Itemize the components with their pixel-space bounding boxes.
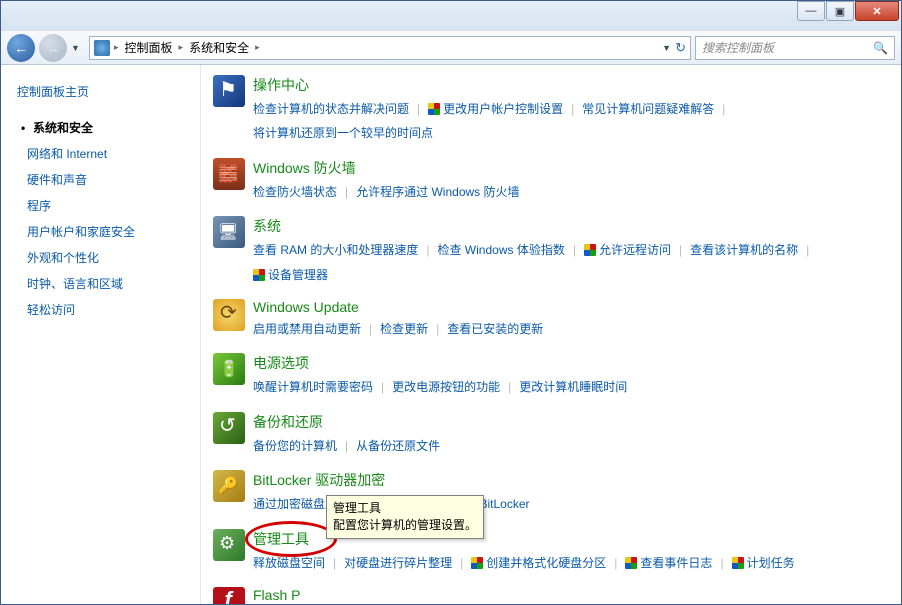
search-placeholder: 搜索控制面板 [702, 39, 774, 56]
sidebar-item-clock-lang[interactable]: 时钟、语言和区域 [17, 271, 190, 297]
category-system: 系统 查看 RAM 的大小和处理器速度| 检查 Windows 体验指数| 允许… [213, 216, 889, 285]
titlebar: — ▣ ✕ [1, 1, 901, 31]
firewall-icon [213, 158, 245, 190]
action-center-icon [213, 75, 245, 107]
link-troubleshoot[interactable]: 常见计算机问题疑难解答 [582, 99, 714, 119]
sidebar-item-hardware-sound[interactable]: 硬件和声音 [17, 167, 190, 193]
link-remote-access[interactable]: 允许远程访问 [584, 240, 671, 260]
admin-tools-icon [213, 529, 245, 561]
refresh-button[interactable]: ↻ [675, 40, 686, 56]
link-check-status[interactable]: 检查计算机的状态并解决问题 [253, 99, 409, 119]
link-restore-files[interactable]: 从备份还原文件 [356, 436, 440, 456]
tooltip-admin-tools: 管理工具 配置您计算机的管理设置。 [326, 495, 484, 539]
system-heading[interactable]: 系统 [253, 216, 889, 236]
category-admin-tools: 管理工具 释放磁盘空间| 对硬盘进行碎片整理| 创建并格式化硬盘分区| 查看事件… [213, 529, 889, 573]
shield-icon [428, 103, 440, 115]
main-content: 操作中心 检查计算机的状态并解决问题| 更改用户帐户控制设置| 常见计算机问题疑… [201, 65, 901, 604]
link-sleep-time[interactable]: 更改计算机睡眠时间 [519, 377, 627, 397]
shield-icon [253, 269, 265, 281]
shield-icon [471, 557, 483, 569]
category-firewall: Windows 防火墙 检查防火墙状态| 允许程序通过 Windows 防火墙 [213, 158, 889, 202]
sidebar-item-programs[interactable]: 程序 [17, 193, 190, 219]
link-wake-password[interactable]: 唤醒计算机时需要密码 [253, 377, 373, 397]
nav-history-dropdown[interactable]: ▼ [71, 43, 85, 53]
category-flash: Flash P [213, 587, 889, 604]
minimize-button[interactable]: — [797, 1, 825, 21]
flash-icon [213, 587, 245, 604]
link-auto-update[interactable]: 启用或禁用自动更新 [253, 319, 361, 339]
breadcrumb-sep-icon[interactable]: ▸ [179, 42, 184, 53]
breadcrumb-sep-icon[interactable]: ▸ [255, 42, 260, 53]
backup-icon [213, 412, 245, 444]
link-uac-settings[interactable]: 更改用户帐户控制设置 [428, 99, 563, 119]
address-dropdown-icon[interactable]: ▼ [662, 43, 671, 53]
back-button[interactable]: ← [7, 34, 35, 62]
navigation-toolbar: ← → ▼ ▸ 控制面板 ▸ 系统和安全 ▸ ▼ ↻ 搜索控制面板 🔍 [1, 31, 901, 65]
link-ram-cpu[interactable]: 查看 RAM 的大小和处理器速度 [253, 240, 418, 260]
link-experience-index[interactable]: 检查 Windows 体验指数 [437, 240, 564, 260]
link-restore-earlier[interactable]: 将计算机还原到一个较早的时间点 [253, 123, 433, 143]
sidebar-item-user-accounts[interactable]: 用户帐户和家庭安全 [17, 219, 190, 245]
power-icon [213, 353, 245, 385]
action-center-heading[interactable]: 操作中心 [253, 75, 889, 95]
link-scheduled-tasks[interactable]: 计划任务 [732, 553, 795, 573]
windows-update-icon [213, 299, 245, 331]
link-installed-updates[interactable]: 查看已安装的更新 [447, 319, 543, 339]
maximize-button[interactable]: ▣ [826, 1, 854, 21]
bitlocker-icon [213, 470, 245, 502]
close-button[interactable]: ✕ [855, 1, 899, 21]
category-action-center: 操作中心 检查计算机的状态并解决问题| 更改用户帐户控制设置| 常见计算机问题疑… [213, 75, 889, 144]
tooltip-title: 管理工具 [333, 501, 381, 515]
shield-icon [625, 557, 637, 569]
link-check-update[interactable]: 检查更新 [380, 319, 428, 339]
windows-update-heading[interactable]: Windows Update [253, 299, 889, 315]
link-firewall-allow[interactable]: 允许程序通过 Windows 防火墙 [356, 182, 519, 202]
link-event-log[interactable]: 查看事件日志 [625, 553, 712, 573]
link-firewall-status[interactable]: 检查防火墙状态 [253, 182, 337, 202]
power-heading[interactable]: 电源选项 [253, 353, 889, 373]
search-input[interactable]: 搜索控制面板 🔍 [695, 36, 895, 60]
sidebar-item-system-security[interactable]: 系统和安全 [17, 115, 190, 141]
system-icon [213, 216, 245, 248]
tooltip-desc: 配置您计算机的管理设置。 [333, 518, 477, 532]
link-free-disk-space[interactable]: 释放磁盘空间 [253, 553, 325, 573]
sidebar-item-network[interactable]: 网络和 Internet [17, 141, 190, 167]
category-backup: 备份和还原 备份您的计算机| 从备份还原文件 [213, 412, 889, 456]
shield-icon [732, 557, 744, 569]
category-power: 电源选项 唤醒计算机时需要密码| 更改电源按钮的功能| 更改计算机睡眠时间 [213, 353, 889, 397]
bitlocker-heading[interactable]: BitLocker 驱动器加密 [253, 470, 889, 490]
breadcrumb-sep-icon[interactable]: ▸ [114, 42, 119, 53]
category-windows-update: Windows Update 启用或禁用自动更新| 检查更新| 查看已安装的更新 [213, 299, 889, 339]
link-device-manager[interactable]: 设备管理器 [253, 265, 328, 285]
breadcrumb-control-panel[interactable]: 控制面板 [123, 39, 175, 56]
search-icon: 🔍 [873, 41, 888, 55]
link-backup-computer[interactable]: 备份您的计算机 [253, 436, 337, 456]
sidebar-item-ease-of-access[interactable]: 轻松访问 [17, 297, 190, 323]
flash-heading[interactable]: Flash P [253, 587, 889, 603]
link-computer-name[interactable]: 查看该计算机的名称 [690, 240, 798, 260]
link-create-format-partition[interactable]: 创建并格式化硬盘分区 [471, 553, 606, 573]
link-defrag[interactable]: 对硬盘进行碎片整理 [344, 553, 452, 573]
backup-heading[interactable]: 备份和还原 [253, 412, 889, 432]
sidebar-item-appearance[interactable]: 外观和个性化 [17, 245, 190, 271]
firewall-heading[interactable]: Windows 防火墙 [253, 158, 889, 178]
control-panel-window: — ▣ ✕ ← → ▼ ▸ 控制面板 ▸ 系统和安全 ▸ ▼ ↻ 搜索控制面板 … [0, 0, 902, 605]
sidebar: 控制面板主页 系统和安全 网络和 Internet 硬件和声音 程序 用户帐户和… [1, 65, 201, 604]
shield-icon [584, 244, 596, 256]
sidebar-home[interactable]: 控制面板主页 [17, 79, 190, 105]
link-power-button[interactable]: 更改电源按钮的功能 [392, 377, 500, 397]
breadcrumb-system-security[interactable]: 系统和安全 [187, 39, 251, 56]
address-bar[interactable]: ▸ 控制面板 ▸ 系统和安全 ▸ ▼ ↻ [89, 36, 691, 60]
control-panel-icon [94, 40, 110, 56]
category-bitlocker: BitLocker 驱动器加密 通过加密磁盘上的数据保护计算机| 管理 BitL… [213, 470, 889, 514]
forward-button[interactable]: → [39, 34, 67, 62]
